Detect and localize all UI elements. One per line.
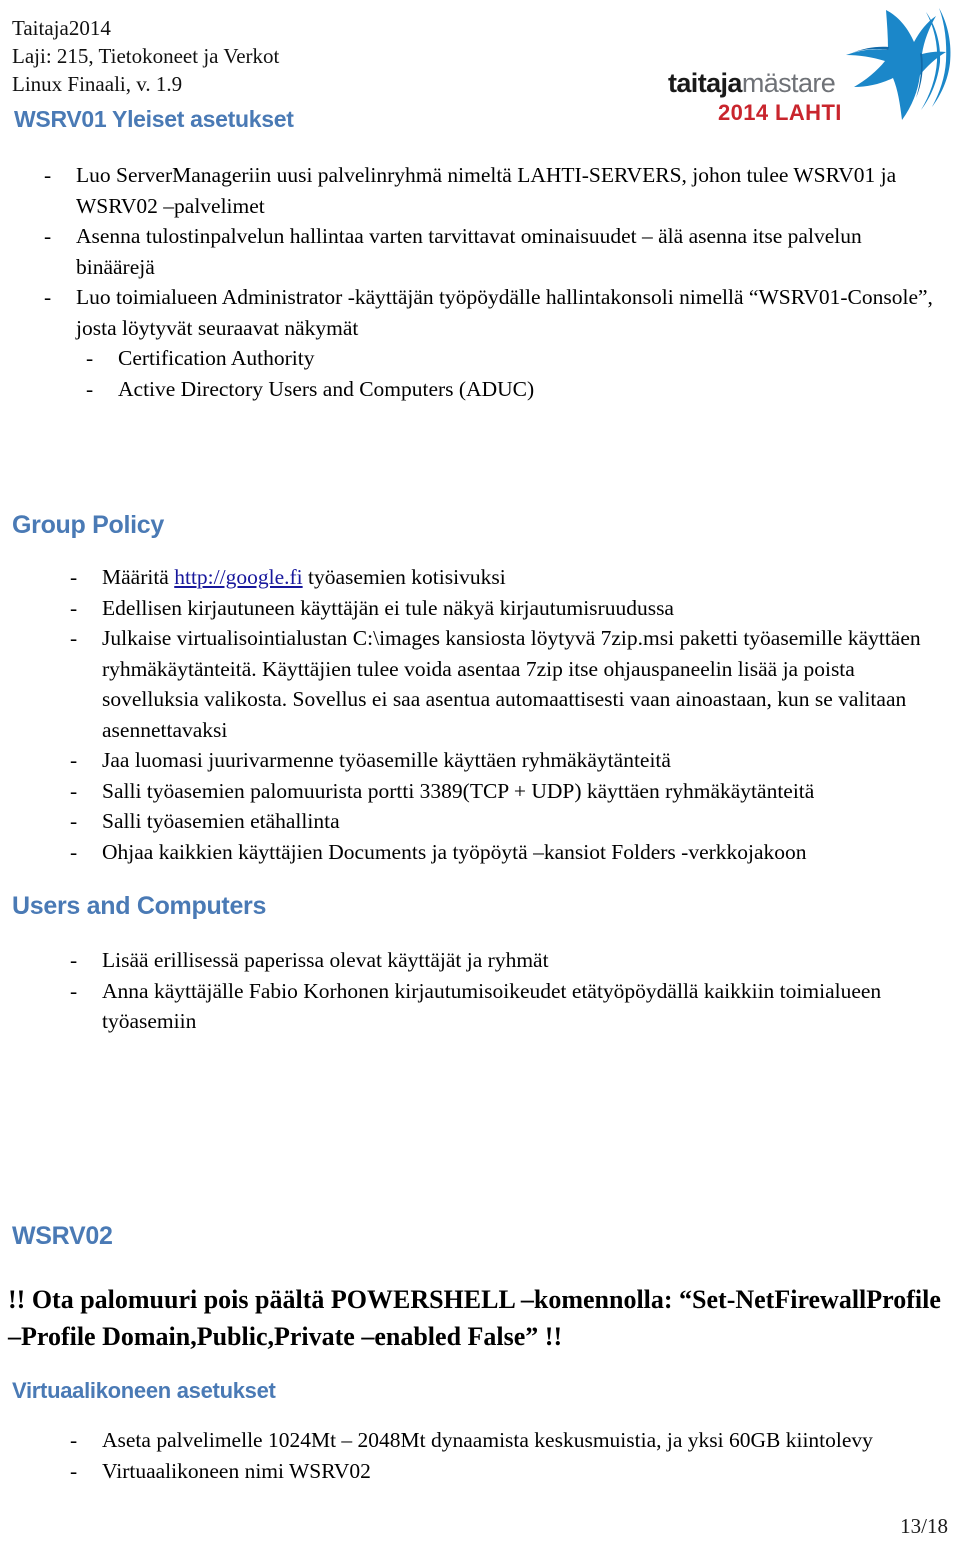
logo-wordmark: taitajamästare [668,68,836,99]
document-header: Taitaja2014 Laji: 215, Tietokoneet ja Ve… [12,14,652,98]
list-item-text: Aseta palvelimelle 1024Mt – 2048Mt dynaa… [102,1428,873,1452]
header-line-version: Linux Finaali, v. 1.9 [12,72,183,96]
list-item: - Ohjaa kaikkien käyttäjien Documents ja… [70,837,950,868]
bullet-dash-icon: - [70,839,78,864]
list-item: - Asenna tulostinpalvelun hallintaa vart… [44,221,944,282]
heading-wsrv02: WSRV02 [12,1222,113,1250]
bullet-dash-icon: - [70,778,78,803]
list-item-text-prefix: Määritä [102,565,175,589]
logo-subtitle-year-city: 2014 LAHTI [718,100,842,125]
list-item-text: Jaa luomasi juurivarmenne työasemille kä… [102,748,671,772]
list-item-text: Asenna tulostinpalvelun hallintaa varten… [76,224,862,279]
header-line-competition: Taitaja2014 [12,16,111,40]
bullet-dash-icon: - [70,595,78,620]
bullet-dash-icon: - [70,978,78,1003]
list-item-text: Salli työasemien etähallinta [102,809,340,833]
list-item-text: Active Directory Users and Computers (AD… [118,376,535,401]
bullet-dash-icon: - [86,346,94,370]
list-users-and-computers: - Lisää erillisessä paperissa olevat käy… [70,945,950,1037]
list-item-text: Luo ServerManageriin uusi palvelinryhmä … [76,163,897,218]
list-item: - Jaa luomasi juurivarmenne työasemille … [70,745,950,776]
list-item: - Julkaise virtualisointialustan C:\imag… [70,623,950,745]
bullet-dash-icon: - [70,948,78,972]
bullet-dash-icon: - [70,809,78,833]
list-item-text: Ohjaa kaikkien käyttäjien Documents ja t… [102,839,807,864]
list-item: - Luo toimialueen Administrator -käyttäj… [44,282,944,343]
bullet-dash-icon: - [44,163,52,187]
list-item: - Virtuaalikoneen nimi WSRV02 [70,1456,950,1487]
heading-group-policy: Group Policy [12,511,164,539]
document-page: Taitaja2014 Laji: 215, Tietokoneet ja Ve… [0,0,960,1547]
list-item-text: Anna käyttäjälle Fabio Korhonen kirjautu… [102,978,882,1034]
list-item: - Salli työasemien etähallinta [70,806,950,837]
list-item-text: Certification Authority [118,346,315,370]
list-item-text: Salli työasemien palomuurista portti 338… [102,778,815,803]
bullet-dash-icon: - [70,1428,78,1452]
powershell-firewall-callout: !! Ota palomuuri pois päältä POWERSHELL … [8,1285,941,1351]
list-item: - Lisää erillisessä paperissa olevat käy… [70,945,950,976]
list-item: - Certification Authority [44,343,944,374]
list-item-text: Lisää erillisessä paperissa olevat käytt… [102,948,549,972]
bullet-dash-icon: - [70,565,78,589]
list-item-text: Edellisen kirjautuneen käyttäjän ei tule… [102,595,674,620]
list-wsrv01: - Luo ServerManageriin uusi palvelinryhm… [44,160,944,404]
logo-word-mastare: mästare [741,68,836,98]
google-homepage-link[interactable]: http://google.fi [174,565,302,589]
taitaja-bird-mark [846,8,951,120]
logo-word-taitaja: taitaja [668,68,742,98]
bullet-dash-icon: - [44,224,52,248]
list-item-text: Julkaise virtualisointialustan C:\images… [102,626,921,742]
list-item: - Aseta palvelimelle 1024Mt – 2048Mt dyn… [70,1425,950,1456]
list-item: - Active Directory Users and Computers (… [44,374,944,405]
list-item-text-suffix: työasemien kotisivuksi [302,565,506,589]
list-item-text: Virtuaalikoneen nimi WSRV02 [102,1458,371,1483]
heading-users-and-computers: Users and Computers [12,892,267,920]
list-item: - Luo ServerManageriin uusi palvelinryhm… [44,160,944,221]
bullet-dash-icon: - [86,376,94,401]
page-number: 13/18 [900,1514,948,1538]
list-item: - Määritä http://google.fi työasemien kot… [70,562,950,593]
header-line-category: Laji: 215, Tietokoneet ja Verkot [12,44,280,68]
bullet-dash-icon: - [70,748,78,772]
list-item-text: Luo toimialueen Administrator -käyttäjän… [76,285,933,340]
bullet-dash-icon: - [44,285,52,309]
heading-virtual-machine-settings: Virtuaalikoneen asetukset [12,1378,276,1403]
list-group-policy: - Määritä http://google.fi työasemien kot… [70,562,950,867]
bullet-dash-icon: - [70,626,78,650]
list-item: - Salli työasemien palomuurista portti 3… [70,776,950,807]
bullet-dash-icon: - [70,1458,78,1483]
heading-wsrv01-general-settings: WSRV01 Yleiset asetukset [14,106,294,132]
list-item: - Edellisen kirjautuneen käyttäjän ei tu… [70,593,950,624]
list-item: - Anna käyttäjälle Fabio Korhonen kirjau… [70,976,950,1037]
list-virtual-machine: - Aseta palvelimelle 1024Mt – 2048Mt dyn… [70,1425,950,1486]
taitaja-logo: taitajamästare 2014 LAHTI [656,4,956,134]
